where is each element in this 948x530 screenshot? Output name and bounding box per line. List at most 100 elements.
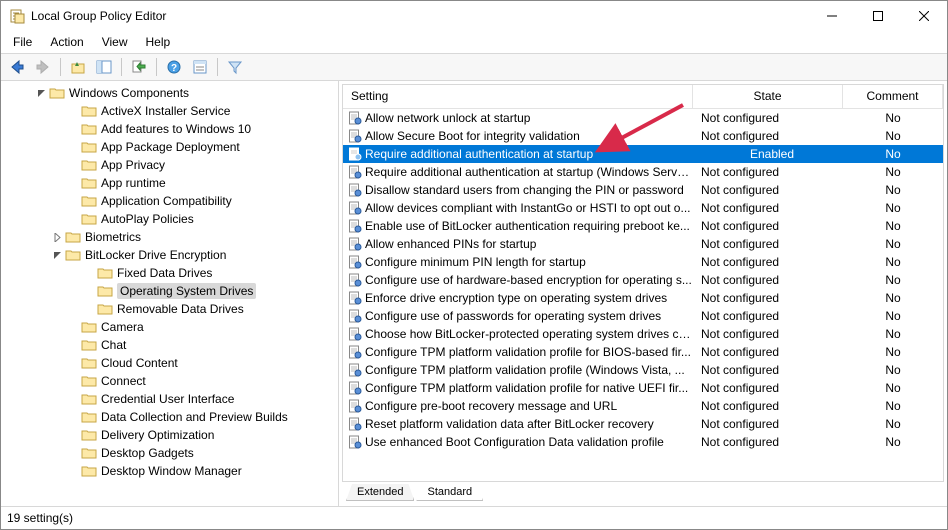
tree-item-label: ActiveX Installer Service bbox=[101, 104, 230, 118]
expand-icon[interactable] bbox=[49, 233, 65, 242]
policy-state: Not configured bbox=[693, 201, 843, 215]
tree-item[interactable]: Desktop Window Manager bbox=[1, 462, 338, 480]
export-button[interactable] bbox=[127, 55, 151, 79]
policy-name: Allow enhanced PINs for startup bbox=[363, 237, 536, 251]
policy-icon bbox=[347, 380, 363, 396]
tree-item-label: App Package Deployment bbox=[101, 140, 240, 154]
policy-row[interactable]: Require additional authentication at sta… bbox=[343, 163, 943, 181]
policy-row[interactable]: Enable use of BitLocker authentication r… bbox=[343, 217, 943, 235]
policy-icon bbox=[347, 398, 363, 414]
back-button[interactable] bbox=[5, 55, 29, 79]
collapse-icon[interactable] bbox=[49, 251, 65, 260]
tree-item-label: Chat bbox=[101, 338, 126, 352]
tree-item-label: Removable Data Drives bbox=[117, 302, 244, 316]
policy-name: Configure use of passwords for operating… bbox=[363, 309, 661, 323]
policy-row[interactable]: Use enhanced Boot Configuration Data val… bbox=[343, 433, 943, 451]
properties-button[interactable] bbox=[188, 55, 212, 79]
folder-icon bbox=[97, 283, 113, 299]
policy-row[interactable]: Choose how BitLocker-protected operating… bbox=[343, 325, 943, 343]
policy-row[interactable]: Configure TPM platform validation profil… bbox=[343, 379, 943, 397]
policy-comment: No bbox=[843, 417, 943, 431]
collapse-icon[interactable] bbox=[33, 89, 49, 98]
filter-button[interactable] bbox=[223, 55, 247, 79]
policy-row[interactable]: Allow devices compliant with InstantGo o… bbox=[343, 199, 943, 217]
policy-state: Not configured bbox=[693, 219, 843, 233]
tab-standard[interactable]: Standard bbox=[416, 484, 483, 501]
folder-icon bbox=[81, 409, 97, 425]
column-state[interactable]: State bbox=[693, 85, 843, 108]
policy-comment: No bbox=[843, 363, 943, 377]
policy-row[interactable]: Configure TPM platform validation profil… bbox=[343, 343, 943, 361]
up-button[interactable] bbox=[66, 55, 90, 79]
policy-comment: No bbox=[843, 183, 943, 197]
policy-row[interactable]: Configure minimum PIN length for startup… bbox=[343, 253, 943, 271]
tree-item[interactable]: Windows Components bbox=[1, 84, 338, 102]
tree-item[interactable]: Desktop Gadgets bbox=[1, 444, 338, 462]
policy-comment: No bbox=[843, 291, 943, 305]
policy-comment: No bbox=[843, 345, 943, 359]
show-hide-tree-button[interactable] bbox=[92, 55, 116, 79]
policy-row[interactable]: Configure use of passwords for operating… bbox=[343, 307, 943, 325]
policy-row[interactable]: Configure pre-boot recovery message and … bbox=[343, 397, 943, 415]
minimize-button[interactable] bbox=[809, 1, 855, 31]
policy-icon bbox=[347, 182, 363, 198]
menu-help[interactable]: Help bbox=[138, 33, 179, 51]
menu-action[interactable]: Action bbox=[42, 33, 91, 51]
policy-row[interactable]: Enforce drive encryption type on operati… bbox=[343, 289, 943, 307]
policy-row[interactable]: Configure TPM platform validation profil… bbox=[343, 361, 943, 379]
tree-item[interactable]: AutoPlay Policies bbox=[1, 210, 338, 228]
policy-row[interactable]: Allow network unlock at startupNot confi… bbox=[343, 109, 943, 127]
menu-view[interactable]: View bbox=[94, 33, 136, 51]
tree-item[interactable]: Removable Data Drives bbox=[1, 300, 338, 318]
tree-item[interactable]: Biometrics bbox=[1, 228, 338, 246]
policy-icon bbox=[347, 128, 363, 144]
policy-comment: No bbox=[843, 129, 943, 143]
policy-row[interactable]: Allow Secure Boot for integrity validati… bbox=[343, 127, 943, 145]
policy-comment: No bbox=[843, 201, 943, 215]
policy-row[interactable]: Allow enhanced PINs for startupNot confi… bbox=[343, 235, 943, 253]
folder-icon bbox=[49, 85, 65, 101]
column-setting[interactable]: Setting bbox=[343, 85, 693, 108]
policy-row[interactable]: Reset platform validation data after Bit… bbox=[343, 415, 943, 433]
tree-item-label: Application Compatibility bbox=[101, 194, 232, 208]
tree-item[interactable]: App Package Deployment bbox=[1, 138, 338, 156]
tree-item[interactable]: BitLocker Drive Encryption bbox=[1, 246, 338, 264]
tree-item[interactable]: Connect bbox=[1, 372, 338, 390]
column-comment[interactable]: Comment bbox=[843, 85, 943, 108]
policy-comment: No bbox=[843, 111, 943, 125]
tree-item[interactable]: Application Compatibility bbox=[1, 192, 338, 210]
tree-item[interactable]: Credential User Interface bbox=[1, 390, 338, 408]
help-button[interactable]: ? bbox=[162, 55, 186, 79]
maximize-button[interactable] bbox=[855, 1, 901, 31]
policy-name: Configure use of hardware-based encrypti… bbox=[363, 273, 692, 287]
policy-row[interactable]: Require additional authentication at sta… bbox=[343, 145, 943, 163]
tree-item[interactable]: App runtime bbox=[1, 174, 338, 192]
policy-icon bbox=[347, 416, 363, 432]
tree-item[interactable]: Cloud Content bbox=[1, 354, 338, 372]
tab-extended[interactable]: Extended bbox=[346, 484, 414, 501]
policy-row[interactable]: Configure use of hardware-based encrypti… bbox=[343, 271, 943, 289]
tree-item[interactable]: Camera bbox=[1, 318, 338, 336]
policy-name: Configure TPM platform validation profil… bbox=[363, 345, 691, 359]
policy-state: Not configured bbox=[693, 291, 843, 305]
folder-icon bbox=[81, 463, 97, 479]
list-body[interactable]: Allow network unlock at startupNot confi… bbox=[343, 109, 943, 481]
tree-item[interactable]: Chat bbox=[1, 336, 338, 354]
tree-item[interactable]: Fixed Data Drives bbox=[1, 264, 338, 282]
forward-button[interactable] bbox=[31, 55, 55, 79]
tree-item[interactable]: ActiveX Installer Service bbox=[1, 102, 338, 120]
tree-item[interactable]: App Privacy bbox=[1, 156, 338, 174]
policy-state: Not configured bbox=[693, 435, 843, 449]
tree-item[interactable]: Delivery Optimization bbox=[1, 426, 338, 444]
policy-row[interactable]: Disallow standard users from changing th… bbox=[343, 181, 943, 199]
menu-bar: File Action View Help bbox=[1, 31, 947, 53]
policy-name: Use enhanced Boot Configuration Data val… bbox=[363, 435, 664, 449]
tree-item[interactable]: Data Collection and Preview Builds bbox=[1, 408, 338, 426]
menu-file[interactable]: File bbox=[5, 33, 40, 51]
tree-item[interactable]: Operating System Drives bbox=[1, 282, 338, 300]
tree-item[interactable]: Add features to Windows 10 bbox=[1, 120, 338, 138]
policy-name: Disallow standard users from changing th… bbox=[363, 183, 684, 197]
close-button[interactable] bbox=[901, 1, 947, 31]
tree-pane[interactable]: Windows Components ActiveX Installer Serv… bbox=[1, 81, 339, 506]
folder-icon bbox=[81, 355, 97, 371]
